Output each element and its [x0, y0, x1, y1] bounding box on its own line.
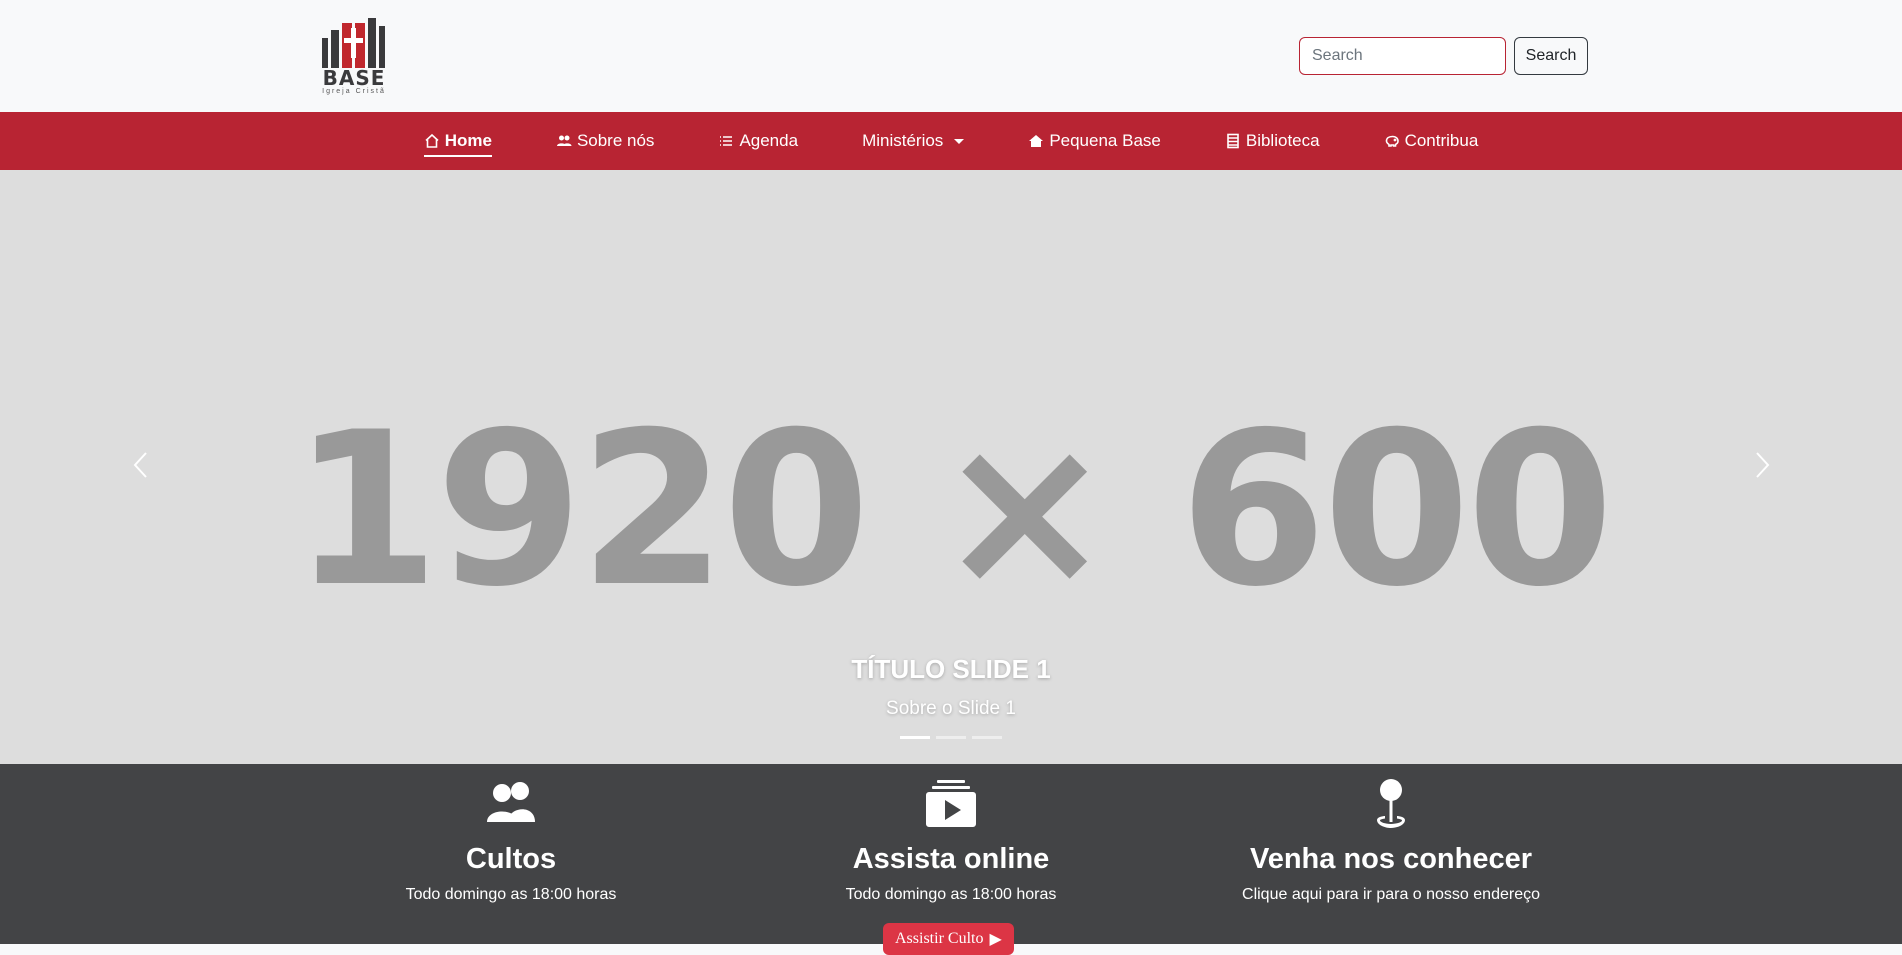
feature-title: Venha nos conhecer	[1249, 843, 1533, 875]
nav-item-contribua[interactable]: Contribua	[1352, 112, 1511, 170]
carousel-prev-button[interactable]	[128, 450, 158, 480]
feature-text: Todo domingo as 18:00 horas	[405, 886, 617, 903]
collection-play-icon	[926, 780, 976, 827]
nav-item-label: Ministérios	[862, 131, 944, 150]
logo-tagline: Igreja Cristã	[322, 88, 386, 95]
feature-title: Assista online	[852, 843, 1050, 875]
feature-assista-online: Assista online Todo domingo as 18:00 hor…	[731, 778, 1171, 904]
feature-text: Todo domingo as 18:00 horas	[845, 886, 1057, 903]
nav-item-label: Pequena Base	[1049, 131, 1161, 150]
feature-text: Clique aqui para ir para o nosso endereç…	[1242, 886, 1540, 903]
carousel-next-button[interactable]	[1745, 450, 1775, 480]
carousel-indicator[interactable]	[900, 736, 930, 739]
nav-item-label: Contribua	[1404, 131, 1479, 150]
nav-item-pequena-base[interactable]: Pequena Base	[996, 112, 1193, 170]
nav-item-sobre-nos[interactable]: Sobre nós	[524, 112, 687, 170]
site-header: BASE Igreja Cristã Search	[0, 0, 1902, 112]
carousel-indicator[interactable]	[972, 736, 1002, 739]
geo-pin-icon	[1377, 779, 1405, 828]
play-icon: ▶	[989, 931, 1002, 948]
piggy-bank-icon	[1385, 135, 1399, 147]
list-icon	[720, 136, 733, 146]
logo[interactable]: BASE Igreja Cristã	[322, 16, 386, 96]
nav-item-label: Agenda	[739, 131, 799, 150]
chevron-left-icon	[133, 452, 147, 478]
nav-item-label: Sobre nós	[576, 131, 655, 150]
slide-placeholder-image: 1920 × 600	[292, 386, 1614, 633]
nav-item-agenda[interactable]: Agenda	[686, 112, 830, 170]
logo-mark-icon	[322, 16, 386, 68]
chevron-down-icon	[954, 138, 965, 144]
slide-title: TÍTULO SLIDE 1	[851, 654, 1051, 684]
nav-item-home[interactable]: Home	[392, 112, 524, 170]
carousel-indicator[interactable]	[936, 736, 966, 739]
watch-service-button[interactable]: Assistir Culto ▶	[883, 923, 1014, 955]
search-button[interactable]: Search	[1514, 37, 1588, 75]
search-input[interactable]	[1299, 37, 1506, 75]
feature-venha-nos-conhecer[interactable]: Venha nos conhecer Clique aqui para ir p…	[1171, 778, 1611, 904]
features-section: Cultos Todo domingo as 18:00 horas Assis…	[0, 764, 1902, 944]
nav-item-biblioteca[interactable]: Biblioteca	[1193, 112, 1352, 170]
carousel-indicators	[0, 736, 1902, 739]
search-form: Search	[1299, 37, 1588, 75]
people-icon	[556, 135, 572, 146]
nav-item-label: Home	[444, 131, 492, 150]
main-navbar: Home Sobre nós Agenda Ministérios Pequen…	[0, 112, 1902, 170]
chevron-right-icon	[1756, 452, 1770, 478]
house-fill-icon	[1029, 135, 1044, 147]
nav-item-label: Biblioteca	[1245, 131, 1320, 150]
people-fill-icon	[487, 782, 535, 822]
slide-subtitle: Sobre o Slide 1	[886, 698, 1016, 719]
house-icon	[425, 133, 439, 148]
feature-title: Cultos	[465, 843, 557, 875]
hero-carousel: 1920 × 600 TÍTULO SLIDE 1 Sobre o Slide …	[0, 170, 1902, 764]
watch-button-label: Assistir Culto	[895, 930, 984, 947]
logo-name: BASE	[322, 66, 386, 90]
nav-item-ministerios[interactable]: Ministérios	[830, 112, 996, 170]
feature-cultos: Cultos Todo domingo as 18:00 horas	[291, 778, 731, 904]
book-icon	[1227, 133, 1239, 149]
